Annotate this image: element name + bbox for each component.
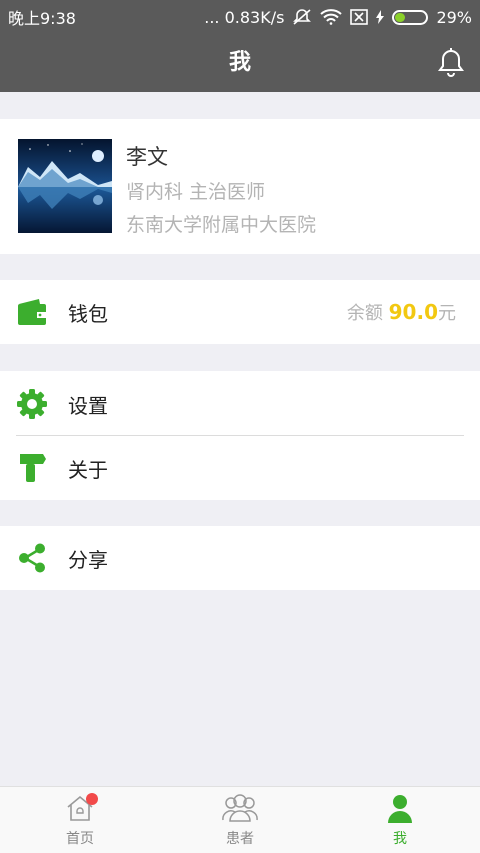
settings-label: 设置 bbox=[68, 393, 108, 418]
status-bar: 晚上9:38 ... 0.83K/s 29% bbox=[0, 0, 480, 34]
wallet-label: 钱包 bbox=[68, 301, 108, 326]
avatar bbox=[18, 139, 112, 233]
settings-row[interactable]: 设置 bbox=[0, 372, 480, 436]
signpost-icon bbox=[16, 452, 48, 484]
share-icon bbox=[16, 542, 48, 574]
tab-patients-label: 患者 bbox=[226, 831, 254, 847]
wifi-icon bbox=[320, 9, 343, 25]
balance-prefix: 余额 bbox=[346, 303, 383, 324]
tab-me[interactable]: 我 bbox=[320, 787, 480, 853]
doctor-department-title: 肾内科 主治医师 bbox=[126, 181, 266, 203]
battery-icon bbox=[392, 9, 429, 25]
battery-percent: 29% bbox=[436, 7, 472, 27]
wallet-row[interactable]: 钱包 余额 90.0元 bbox=[0, 280, 480, 344]
doctor-name: 李文 bbox=[126, 145, 168, 169]
page-title: 我 bbox=[228, 50, 251, 75]
charging-icon bbox=[376, 10, 385, 24]
tab-bar: 首页 患者 我 bbox=[0, 786, 480, 853]
patients-icon bbox=[221, 793, 259, 827]
net-speed: ... 0.83K/s bbox=[204, 7, 285, 27]
status-time: 晚上9:38 bbox=[8, 9, 76, 28]
wallet-icon bbox=[16, 296, 48, 328]
share-label: 分享 bbox=[68, 547, 108, 572]
balance-amount: 90.0 bbox=[388, 300, 438, 324]
tab-home[interactable]: 首页 bbox=[0, 787, 160, 853]
tab-patients[interactable]: 患者 bbox=[160, 787, 320, 853]
person-icon bbox=[385, 793, 415, 829]
about-row[interactable]: 关于 bbox=[0, 436, 480, 500]
share-row[interactable]: 分享 bbox=[0, 526, 480, 590]
tab-me-label: 我 bbox=[393, 831, 407, 847]
about-label: 关于 bbox=[68, 457, 108, 482]
balance-unit: 元 bbox=[438, 303, 456, 324]
mute-icon bbox=[292, 8, 312, 26]
notification-dot bbox=[86, 793, 98, 805]
doctor-hospital: 东南大学附属中大医院 bbox=[126, 214, 317, 236]
tab-home-label: 首页 bbox=[66, 831, 94, 847]
header: 我 bbox=[0, 34, 480, 92]
bell-icon[interactable] bbox=[438, 48, 464, 82]
gear-icon bbox=[16, 388, 48, 420]
wallet-balance: 余额 90.0元 bbox=[347, 299, 456, 325]
no-sim-icon bbox=[350, 9, 369, 25]
status-indicators: ... 0.83K/s 29% bbox=[204, 8, 472, 27]
